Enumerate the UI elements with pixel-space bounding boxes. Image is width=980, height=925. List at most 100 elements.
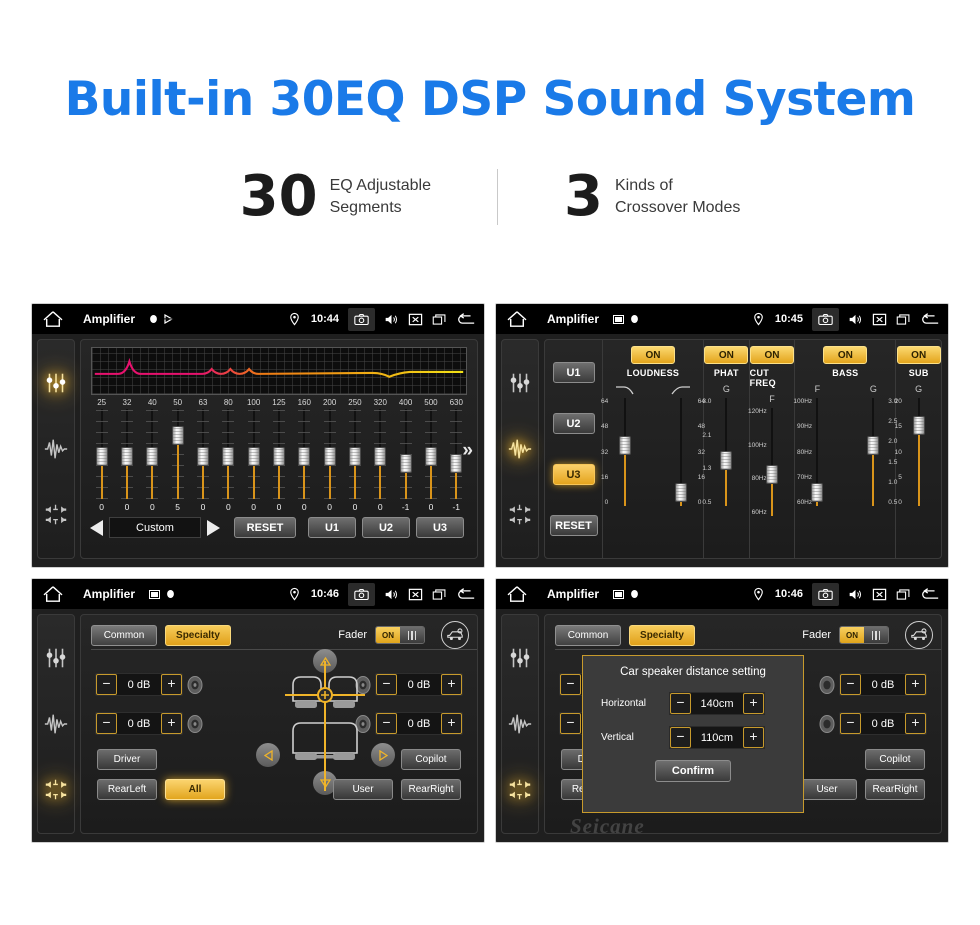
tab-common[interactable]: Common (555, 624, 621, 646)
chevron-double-right-icon[interactable]: » (462, 440, 473, 462)
preset-u2-button[interactable]: U2 (552, 413, 595, 434)
decrease-button[interactable]: − (670, 693, 691, 714)
fader-toggle[interactable]: ON (839, 626, 889, 644)
close-box-icon[interactable] (408, 587, 423, 602)
increase-button[interactable]: + (743, 727, 764, 748)
tab-common[interactable]: Common (91, 624, 157, 646)
close-box-icon[interactable] (408, 312, 423, 327)
decrease-button[interactable]: − (560, 674, 581, 695)
slider-knob[interactable] (619, 436, 631, 455)
screenshot-button[interactable] (348, 307, 375, 331)
decrease-button[interactable]: − (560, 713, 581, 734)
close-box-icon[interactable] (872, 312, 887, 327)
decrease-button[interactable]: − (670, 727, 691, 748)
toggle-on-button[interactable]: ON (750, 346, 794, 364)
position-user-button[interactable]: User (797, 779, 857, 800)
fader-toggle[interactable]: ON (375, 626, 425, 644)
eq-slider[interactable] (374, 409, 387, 499)
preset-u3-button[interactable]: U3 (552, 464, 595, 485)
preset-u1-button[interactable]: U1 (552, 362, 595, 383)
position-copilot-button[interactable]: Copilot (865, 749, 925, 770)
slider-knob[interactable] (120, 447, 133, 466)
volume-icon[interactable] (384, 587, 399, 602)
slider-knob[interactable] (399, 454, 412, 473)
car-speaker-setting-icon[interactable] (441, 621, 469, 649)
position-rearright-button[interactable]: RearRight (401, 779, 461, 800)
recents-icon[interactable] (432, 312, 447, 327)
decrease-button[interactable]: − (96, 674, 117, 695)
toggle-on-button[interactable]: ON (631, 346, 675, 364)
preset-prev-button[interactable] (90, 519, 103, 536)
back-arrow-icon[interactable] (920, 587, 940, 602)
crossover-slider[interactable] (867, 398, 880, 506)
car-speaker-setting-icon[interactable] (905, 621, 933, 649)
eq-slider[interactable] (424, 409, 437, 499)
crossover-slider[interactable] (675, 398, 687, 506)
back-arrow-icon[interactable] (920, 312, 940, 327)
volume-icon[interactable] (848, 587, 863, 602)
balance-icon[interactable] (507, 777, 533, 803)
screenshot-button[interactable] (812, 307, 839, 331)
waveform-icon[interactable] (43, 711, 69, 737)
preset-next-button[interactable] (207, 519, 220, 536)
balance-icon[interactable] (43, 502, 69, 528)
toggle-on-button[interactable]: ON (704, 346, 749, 364)
home-icon[interactable] (42, 310, 64, 328)
slider-knob[interactable] (374, 447, 387, 466)
home-icon[interactable] (506, 585, 528, 603)
crossover-slider[interactable] (811, 398, 824, 506)
reset-button[interactable]: RESET (549, 515, 598, 536)
preset-u3-button[interactable]: U3 (416, 517, 464, 538)
nudge-left-button[interactable] (256, 743, 280, 767)
eq-slider[interactable] (196, 409, 209, 499)
crossover-slider[interactable] (720, 398, 733, 506)
increase-button[interactable]: + (905, 674, 926, 695)
slider-knob[interactable] (811, 483, 824, 502)
preset-u2-button[interactable]: U2 (362, 517, 410, 538)
slider-knob[interactable] (95, 447, 108, 466)
slider-knob[interactable] (424, 447, 437, 466)
eq-slider[interactable] (95, 409, 108, 499)
increase-button[interactable]: + (441, 713, 462, 734)
screenshot-button[interactable] (348, 582, 375, 606)
eq-slider[interactable] (399, 409, 412, 499)
decrease-button[interactable]: − (96, 713, 117, 734)
slider-knob[interactable] (146, 447, 159, 466)
equalizer-icon[interactable] (507, 645, 533, 671)
toggle-on-button[interactable]: ON (896, 346, 941, 364)
volume-icon[interactable] (848, 312, 863, 327)
slider-knob[interactable] (450, 454, 463, 473)
decrease-button[interactable]: − (376, 674, 397, 695)
slider-knob[interactable] (675, 483, 687, 502)
decrease-button[interactable]: − (840, 713, 861, 734)
slider-knob[interactable] (171, 426, 184, 445)
screenshot-button[interactable] (812, 582, 839, 606)
eq-slider[interactable] (348, 409, 361, 499)
volume-icon[interactable] (384, 312, 399, 327)
increase-button[interactable]: + (161, 713, 182, 734)
slider-knob[interactable] (222, 447, 235, 466)
position-copilot-button[interactable]: Copilot (401, 749, 461, 770)
balance-icon[interactable] (43, 777, 69, 803)
recents-icon[interactable] (896, 587, 911, 602)
equalizer-icon[interactable] (507, 370, 533, 396)
eq-slider[interactable] (272, 409, 285, 499)
slider-knob[interactable] (766, 465, 778, 484)
slider-knob[interactable] (912, 416, 925, 435)
equalizer-icon[interactable] (43, 370, 69, 396)
crossover-slider[interactable] (766, 408, 778, 516)
home-icon[interactable] (506, 310, 528, 328)
increase-button[interactable]: + (743, 693, 764, 714)
recents-icon[interactable] (896, 312, 911, 327)
reset-button[interactable]: RESET (234, 517, 296, 538)
increase-button[interactable]: + (441, 674, 462, 695)
preset-u1-button[interactable]: U1 (308, 517, 356, 538)
position-driver-button[interactable]: Driver (97, 749, 157, 770)
position-rearright-button[interactable]: RearRight (865, 779, 925, 800)
tab-specialty[interactable]: Specialty (629, 624, 695, 646)
increase-button[interactable]: + (161, 674, 182, 695)
preset-name-display[interactable]: Custom (109, 517, 201, 538)
waveform-icon[interactable] (43, 436, 69, 462)
decrease-button[interactable]: − (840, 674, 861, 695)
close-box-icon[interactable] (872, 587, 887, 602)
